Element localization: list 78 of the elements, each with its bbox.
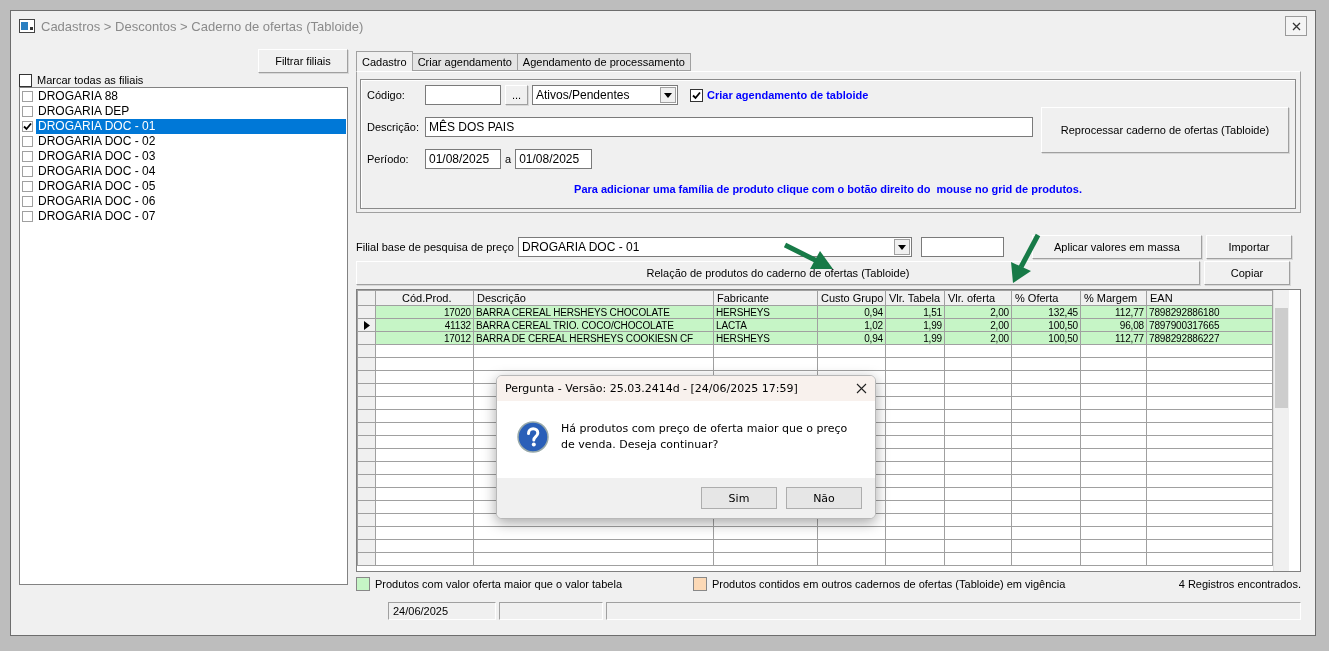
row-indicator[interactable] bbox=[357, 318, 376, 332]
branch-item[interactable]: DROGARIA DOC - 02 bbox=[36, 134, 346, 149]
copy-button[interactable]: Copiar bbox=[1204, 261, 1290, 285]
price-base-label: Filial base de pesquisa de preço bbox=[356, 241, 514, 253]
lookup-button[interactable]: ... bbox=[505, 85, 528, 105]
checkbox[interactable] bbox=[22, 151, 33, 162]
branch-item[interactable]: DROGARIA DOC - 05 bbox=[36, 179, 346, 194]
scrollbar[interactable] bbox=[1273, 290, 1289, 571]
checkbox[interactable] bbox=[22, 91, 33, 102]
column-header[interactable]: Descrição bbox=[473, 290, 714, 306]
between-label: a bbox=[505, 153, 512, 165]
price-base-dropdown[interactable]: DROGARIA DOC - 01 bbox=[518, 237, 912, 257]
close-button[interactable] bbox=[1285, 16, 1307, 36]
branch-item[interactable]: DROGARIA DOC - 07 bbox=[36, 209, 346, 224]
caret-icon bbox=[664, 92, 672, 98]
legend-label: Produtos com valor oferta maior que o valor tabela bbox=[375, 578, 624, 590]
column-header[interactable]: % Oferta bbox=[1011, 290, 1081, 306]
window-title: Cadastros > Descontos > Caderno de ofertas (Tabloide) bbox=[41, 18, 365, 34]
checkbox[interactable] bbox=[22, 196, 33, 207]
column-header[interactable]: % Margem bbox=[1080, 290, 1147, 306]
start-date-field[interactable]: 01/08/2025 bbox=[425, 149, 501, 169]
column-header[interactable]: Fabricante bbox=[713, 290, 818, 306]
annotation-arrow bbox=[783, 242, 833, 269]
branch-item[interactable]: DROGARIA DOC - 04 bbox=[36, 164, 346, 179]
end-date-field[interactable]: 01/08/2025 bbox=[515, 149, 593, 169]
column-header[interactable]: EAN bbox=[1146, 290, 1273, 306]
tab[interactable]: Agendamento de processamento bbox=[516, 53, 691, 71]
checkbox[interactable] bbox=[22, 121, 33, 132]
value-field[interactable] bbox=[921, 237, 1004, 257]
current-row-icon bbox=[363, 320, 370, 330]
caret-icon bbox=[898, 244, 906, 250]
dialog-button[interactable]: Não bbox=[786, 487, 862, 509]
dialog-title: Pergunta - Versão: 25.03.2414d - [24/06/2025 17:59] bbox=[505, 382, 798, 395]
status-dropdown[interactable]: Ativos/Pendentes bbox=[532, 85, 678, 105]
checkbox[interactable] bbox=[22, 166, 33, 177]
tab[interactable]: Cadastro bbox=[356, 51, 413, 71]
app-icon bbox=[19, 19, 35, 33]
branch-item[interactable]: DROGARIA 88 bbox=[36, 89, 346, 104]
annotation-arrow bbox=[1011, 233, 1041, 283]
import-button[interactable]: Importar bbox=[1206, 235, 1292, 259]
hint-text: Para adicionar uma família de produto clique com o botão direito do mouse no grid de produtos. bbox=[574, 183, 1082, 195]
check-icon bbox=[23, 122, 32, 131]
code-label: Código: bbox=[367, 89, 406, 101]
checkbox[interactable] bbox=[22, 181, 33, 192]
record-count: 4 Registros encontrados. bbox=[1178, 578, 1301, 590]
column-header[interactable]: Vlr. oferta bbox=[944, 290, 1012, 306]
question-icon bbox=[517, 420, 549, 453]
checkbox[interactable] bbox=[690, 88, 703, 102]
reprocess-button[interactable]: Reprocessar caderno de ofertas (Tabloide) bbox=[1041, 107, 1289, 153]
close-icon bbox=[1291, 21, 1301, 31]
checkbox[interactable] bbox=[19, 73, 32, 87]
checkbox[interactable] bbox=[22, 136, 33, 147]
branch-item[interactable]: DROGARIA DEP bbox=[36, 104, 346, 119]
tab[interactable]: Criar agendamento bbox=[411, 53, 518, 71]
check-icon bbox=[692, 90, 701, 100]
corner-cell bbox=[357, 290, 376, 306]
branch-item[interactable]: DROGARIA DOC - 03 bbox=[36, 149, 346, 164]
description-field[interactable]: MÊS DOS PAIS bbox=[425, 117, 1033, 137]
period-label: Período: bbox=[367, 153, 410, 165]
dialog-button[interactable]: Sim bbox=[701, 487, 777, 509]
filter-branches-button[interactable]: Filtrar filiais bbox=[258, 49, 348, 73]
column-header[interactable]: Cód.Prod. bbox=[375, 290, 474, 306]
description-label: Descrição: bbox=[367, 121, 420, 133]
dialog-message: Há produtos com preço de oferta maior que o preço de venda. Deseja continuar? bbox=[561, 420, 849, 453]
checkbox[interactable] bbox=[22, 211, 33, 222]
select-all-label: Marcar todas as filiais bbox=[37, 74, 144, 86]
checkbox[interactable] bbox=[22, 106, 33, 117]
code-field[interactable] bbox=[425, 85, 501, 105]
close-icon[interactable] bbox=[856, 383, 867, 394]
status-date: 24/06/2025 bbox=[388, 602, 496, 620]
branch-item[interactable]: DROGARIA DOC - 01 bbox=[36, 119, 346, 134]
apply-values-button[interactable]: Aplicar valores em massa bbox=[1032, 235, 1202, 259]
products-relation-button[interactable]: Relação de produtos do caderno de ofertas (Tabloide) bbox=[356, 261, 1200, 285]
column-header[interactable]: Custo Grupo bbox=[817, 290, 886, 306]
column-header[interactable]: Vlr. Tabela bbox=[885, 290, 945, 306]
legend-label: Produtos contidos em outros cadernos de ofertas (Tabloide) em vigência bbox=[712, 578, 1067, 590]
schedule-label: Criar agendamento de tabloide bbox=[707, 89, 869, 101]
branch-item[interactable]: DROGARIA DOC - 06 bbox=[36, 194, 346, 209]
